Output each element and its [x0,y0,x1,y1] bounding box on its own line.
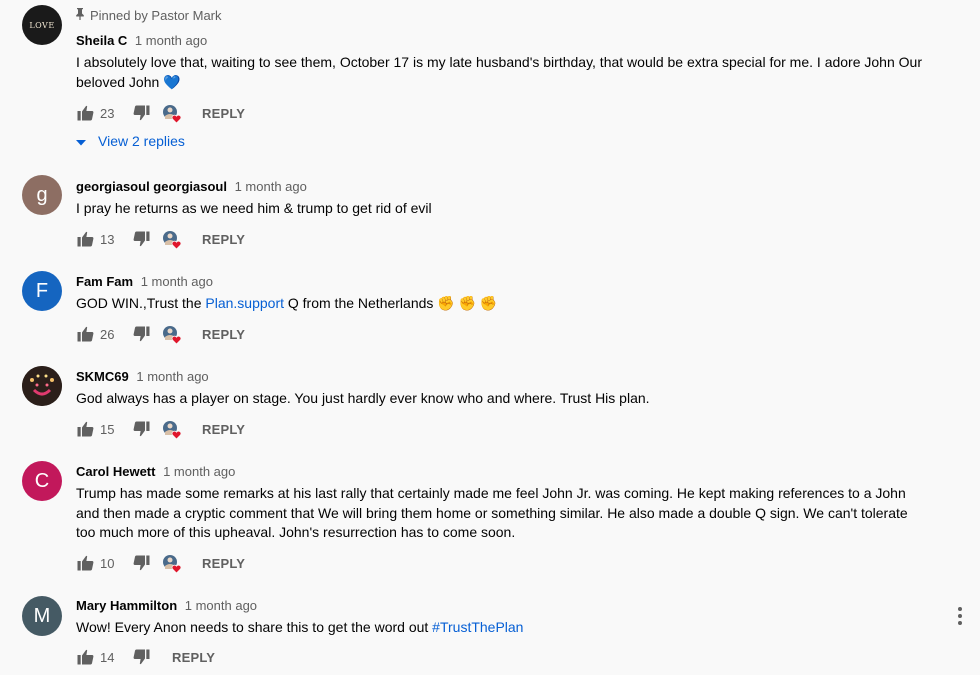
caret-down-icon [76,133,86,149]
comment-actions: 13 REPLY [76,227,245,251]
like-icon[interactable] [76,325,94,343]
avatar[interactable]: LOVE [22,5,62,45]
hashtag-link[interactable]: #TrustThePlan [432,619,523,635]
like-icon[interactable] [76,420,94,438]
like-count: 15 [100,421,115,437]
comment-text: I pray he returns as we need him & trump… [76,200,432,216]
comment-header: Fam Fam 1 month ago [76,274,213,289]
pin-icon [76,8,84,23]
reply-button[interactable]: REPLY [202,422,245,437]
avatar[interactable]: g [22,175,62,215]
avatar-letter: g [36,183,48,206]
comment-time[interactable]: 1 month ago [135,33,207,48]
like-icon[interactable] [76,230,94,248]
comment-link[interactable]: Plan.support [205,295,284,311]
creator-heart-icon [162,104,182,124]
reply-button[interactable]: REPLY [202,232,245,247]
author-name[interactable]: georgiasoul georgiasoul [76,179,227,194]
like-icon[interactable] [76,104,94,122]
creator-heart-icon [162,420,182,440]
author-name[interactable]: Mary Hammilton [76,598,177,613]
comment-header: georgiasoul georgiasoul 1 month ago [76,179,307,194]
avatar[interactable]: M [22,596,62,636]
author-name[interactable]: Carol Hewett [76,464,155,479]
creator-heart-icon [162,554,182,574]
author-name[interactable]: Fam Fam [76,274,133,289]
comment-header: Mary Hammilton 1 month ago [76,598,257,613]
creator-heart-icon [162,325,182,345]
like-count: 26 [100,326,115,342]
comment-text: God always has a player on stage. You ju… [76,390,650,406]
avatar-image [22,366,62,406]
like-count: 14 [100,649,115,665]
dislike-icon[interactable] [132,325,150,343]
comment-header: Sheila C 1 month ago [76,33,207,48]
like-count: 23 [100,105,115,121]
view-replies-label: View 2 replies [98,133,185,149]
creator-heart-icon [162,230,182,250]
comment-time[interactable]: 1 month ago [136,369,208,384]
like-icon[interactable] [76,554,94,572]
comment-actions: 14 REPLY [76,645,215,669]
avatar-letter: C [34,469,50,492]
comment-actions: 15 REPLY [76,417,245,441]
reply-button[interactable]: REPLY [172,650,215,665]
comment-text: Wow! Every Anon needs to share this to g… [76,619,524,635]
more-actions-icon[interactable] [952,604,968,628]
avatar-letter: M [33,604,51,627]
comment-header: SKMC69 1 month ago [76,369,209,384]
comment-time[interactable]: 1 month ago [185,598,257,613]
dislike-icon[interactable] [132,648,150,666]
pinned-label: Pinned by Pastor Mark [76,8,222,23]
reply-button[interactable]: REPLY [202,106,245,121]
like-count: 13 [100,231,115,247]
author-name[interactable]: Sheila C [76,33,127,48]
avatar[interactable]: F [22,271,62,311]
reply-button[interactable]: REPLY [202,556,245,571]
like-icon[interactable] [76,648,94,666]
avatar-logo: LOVE [29,20,55,30]
comment-actions: 10 REPLY [76,551,245,575]
dislike-icon[interactable] [132,554,150,572]
comment-text: GOD WIN.,Trust the Plan.support Q from t… [76,295,498,311]
comment-time[interactable]: 1 month ago [163,464,235,479]
like-count: 10 [100,555,115,571]
avatar[interactable] [22,366,62,406]
comment-actions: 26 REPLY [76,322,245,346]
dislike-icon[interactable] [132,104,150,122]
avatar-letter: F [35,279,49,302]
author-name[interactable]: SKMC69 [76,369,129,384]
dislike-icon[interactable] [132,420,150,438]
comment-time[interactable]: 1 month ago [235,179,307,194]
comment-text: Trump has made some remarks at his last … [76,485,908,540]
view-replies-button[interactable]: View 2 replies [76,133,185,149]
avatar[interactable]: C [22,461,62,501]
comment-header: Carol Hewett 1 month ago [76,464,235,479]
comment-text: I absolutely love that, waiting to see t… [76,54,922,90]
comment-time[interactable]: 1 month ago [141,274,213,289]
dislike-icon[interactable] [132,230,150,248]
reply-button[interactable]: REPLY [202,327,245,342]
comment-actions: 23 REPLY [76,101,245,125]
